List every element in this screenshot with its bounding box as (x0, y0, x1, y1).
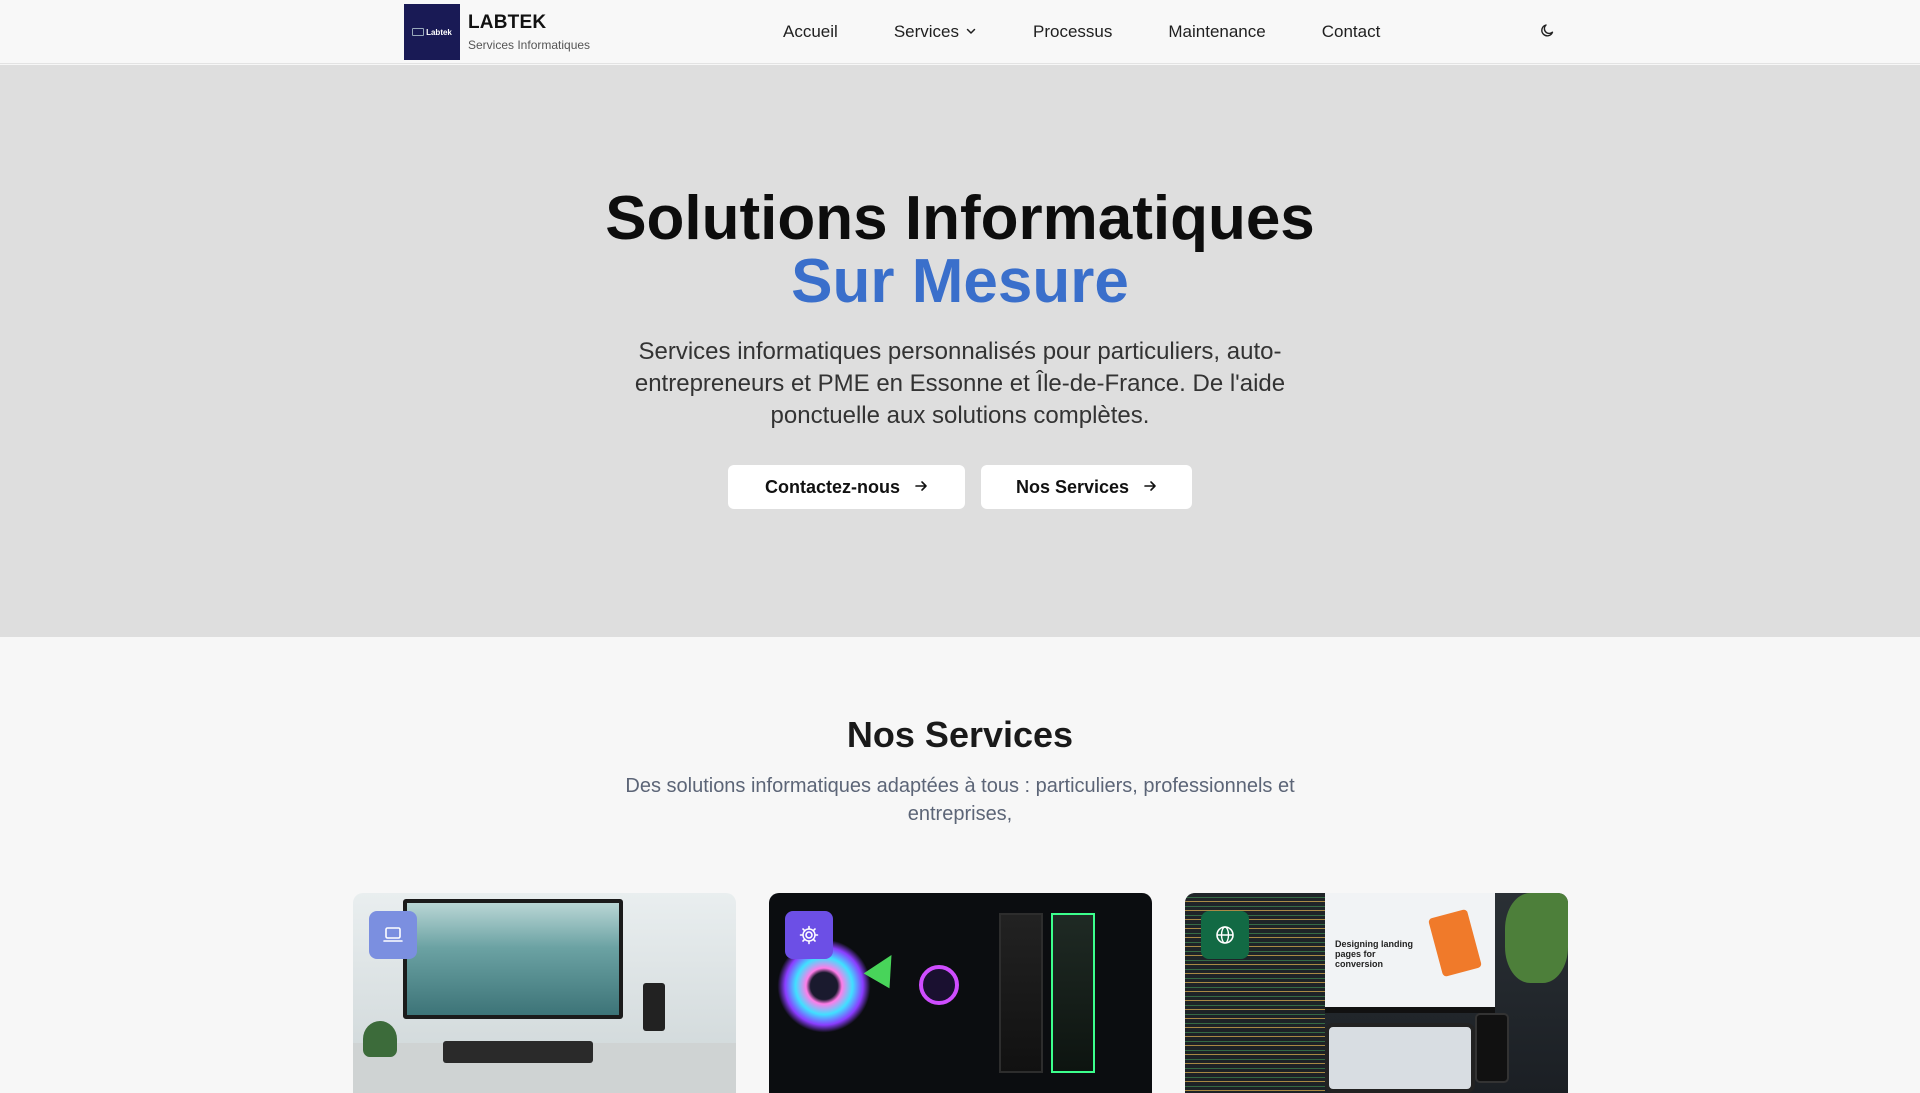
contact-button[interactable]: Contactez-nous (728, 465, 965, 509)
logo-laptop-icon (412, 28, 425, 36)
brand-subtitle: Services Informatiques (468, 38, 591, 52)
card-image-phone (1475, 1013, 1509, 1083)
card-image-ram (1051, 913, 1095, 1073)
service-card-web[interactable]: Designing landing pages for conversion (1185, 893, 1568, 1093)
globe-icon (1201, 911, 1249, 959)
services-subtitle: Des solutions informatiques adaptées à t… (625, 775, 1295, 825)
nav-item-accueil[interactable]: Accueil (783, 22, 838, 42)
hero-title-accent: Sur Mesure (791, 247, 1129, 316)
site-header: Labtek LABTEK Services Informatiques Acc… (0, 0, 1920, 64)
card-image-plant (363, 1021, 397, 1057)
nav-item-label: Processus (1033, 22, 1113, 41)
card-image-headline: Designing landing pages for conversion (1335, 939, 1413, 969)
theme-toggle-button[interactable] (1538, 22, 1558, 42)
arrow-right-icon (1143, 477, 1157, 498)
nav-item-contact[interactable]: Contact (1322, 22, 1381, 42)
nav-item-label: Maintenance (1168, 22, 1266, 41)
card-image-keyboard (443, 1041, 593, 1063)
service-card-computer[interactable] (353, 893, 736, 1093)
logo-text: Labtek (426, 27, 452, 37)
card-image-speaker (643, 983, 665, 1031)
hero-title: Solutions Informatiques (605, 184, 1315, 253)
card-image-logo (919, 965, 959, 1005)
services-button[interactable]: Nos Services (981, 465, 1192, 509)
chevron-down-icon (965, 22, 977, 42)
card-image-tablet (1325, 1023, 1475, 1093)
brand-name[interactable]: LABTEK (468, 12, 546, 34)
service-card-hardware[interactable] (769, 893, 1152, 1093)
nav-item-label: Contact (1321, 22, 1381, 41)
card-image-screen: Designing landing pages for conversion (1325, 893, 1495, 1013)
moon-icon (1540, 22, 1556, 43)
nav-item-processus[interactable]: Processus (1033, 22, 1112, 42)
main-nav: Accueil Services Processus Maintenance C… (783, 22, 1380, 42)
arrow-right-icon (914, 477, 928, 498)
laptop-icon (369, 911, 417, 959)
contact-button-label: Contactez-nous (765, 476, 900, 497)
nav-item-services[interactable]: Services (894, 22, 977, 42)
nav-item-maintenance[interactable]: Maintenance (1168, 22, 1265, 42)
card-image-plant (1505, 893, 1568, 983)
card-image-graphic (1427, 908, 1483, 978)
logo[interactable]: Labtek (404, 4, 460, 60)
nav-item-label: Services (893, 22, 959, 41)
card-image-ram (999, 913, 1043, 1073)
gear-icon (785, 911, 833, 959)
services-title: Nos Services (846, 714, 1074, 755)
nav-item-label: Accueil (783, 22, 838, 41)
hero-description: Services informatiques personnalisés pou… (634, 338, 1286, 429)
card-image-monitor (403, 899, 623, 1019)
services-button-label: Nos Services (1015, 476, 1130, 497)
